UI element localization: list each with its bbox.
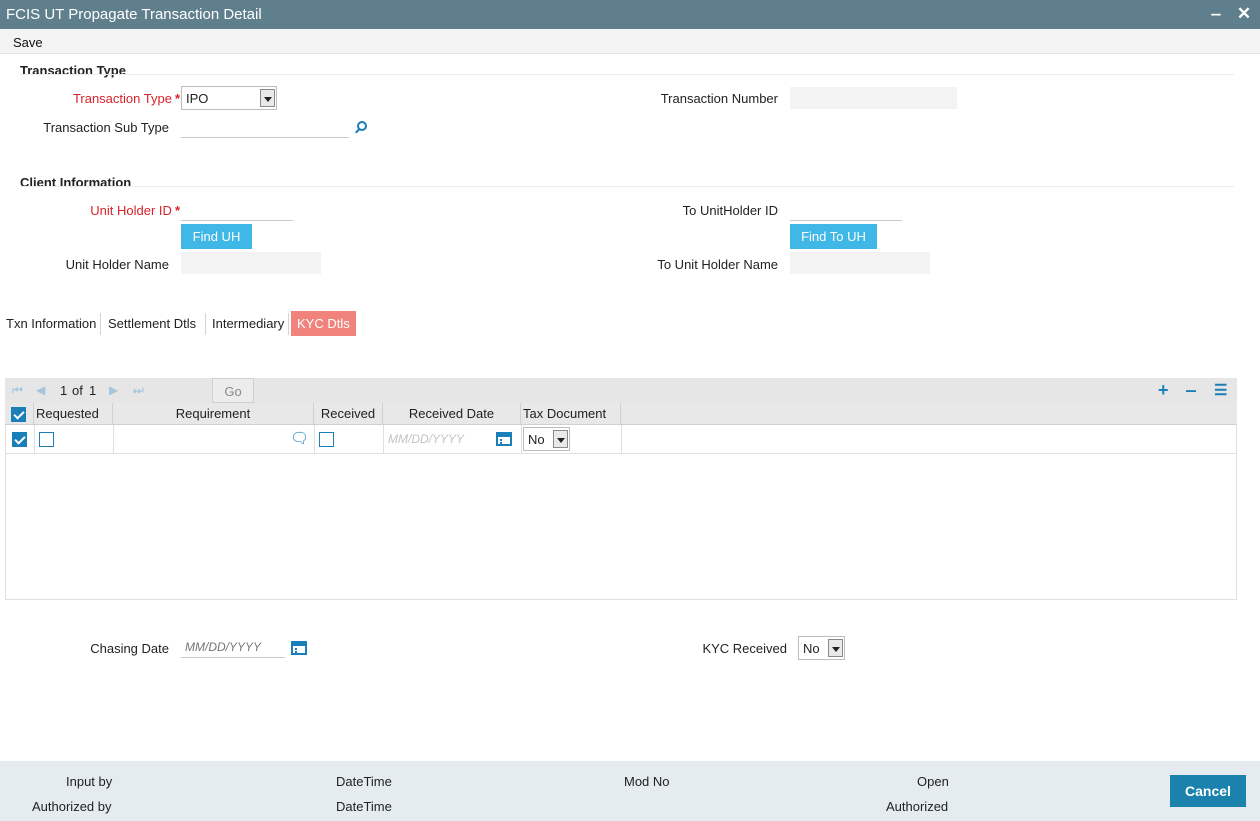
unit-holder-name-field: [181, 252, 321, 274]
to-unit-holder-name-label: To Unit Holder Name: [657, 257, 778, 272]
open-label: Open: [917, 774, 949, 789]
tab-separator: [288, 313, 289, 335]
page-current: 1: [60, 383, 68, 398]
tab-intermediary[interactable]: Intermediary: [206, 311, 290, 336]
tax-document-value: No: [528, 432, 545, 447]
transaction-type-select[interactable]: IPO: [181, 86, 277, 110]
previous-page-icon[interactable]: ◀: [36, 383, 45, 397]
last-page-icon[interactable]: ⏭: [133, 383, 144, 398]
first-page-icon[interactable]: ⏮: [12, 383, 23, 398]
section-title-transaction-type: Transaction Type: [20, 63, 126, 78]
section-divider: [20, 74, 1234, 75]
requested-checkbox[interactable]: [39, 432, 54, 447]
transaction-sub-type-input[interactable]: [181, 116, 349, 138]
column-header-tax-document: Tax Document: [521, 403, 621, 425]
chevron-down-icon[interactable]: [553, 430, 568, 448]
add-row-icon[interactable]: +: [1158, 380, 1169, 401]
transaction-type-value: IPO: [186, 91, 209, 106]
required-marker: *: [174, 91, 180, 106]
received-checkbox[interactable]: [319, 432, 334, 447]
title-bar: FCIS UT Propagate Transaction Detail ‒ ✕: [0, 0, 1260, 29]
find-uh-button[interactable]: Find UH: [181, 224, 252, 249]
grid-body: 🗨 MM/DD/YYYY No: [5, 425, 1237, 600]
minimize-icon[interactable]: ‒: [1206, 4, 1226, 24]
chevron-down-icon[interactable]: [828, 639, 843, 657]
datetime-label: DateTime: [336, 799, 392, 814]
select-all-checkbox[interactable]: [11, 407, 26, 422]
transaction-type-label: Transaction Type *: [0, 91, 180, 106]
to-unitholder-id-input[interactable]: [790, 199, 902, 221]
unit-holder-id-input[interactable]: [181, 199, 293, 221]
select-all-column: [5, 403, 34, 425]
tab-settlement-dtls[interactable]: Settlement Dtls: [102, 311, 202, 336]
input-by-label: Input by: [66, 774, 113, 789]
page-of: of: [72, 383, 83, 398]
row-select-cell: [6, 425, 35, 454]
datetime-label: DateTime: [336, 774, 392, 789]
footer: Input by Authorized by DateTime DateTime…: [0, 761, 1260, 821]
menu-bar: Save: [0, 29, 1260, 54]
transaction-sub-type-label: Transaction Sub Type: [43, 120, 169, 135]
table-row[interactable]: 🗨 MM/DD/YYYY No: [6, 425, 1236, 454]
transaction-number-label: Transaction Number: [660, 91, 778, 106]
cancel-button[interactable]: Cancel: [1170, 775, 1246, 807]
authorized-label: Authorized: [886, 799, 949, 814]
required-marker: *: [174, 203, 180, 218]
tax-document-select[interactable]: No: [523, 427, 570, 451]
unit-holder-id-label-text: Unit Holder ID: [90, 203, 172, 218]
tab-separator: [100, 313, 101, 335]
grid-toolbar: ⏮ ◀ 1 of 1 ▶ ⏭ Go + ‒ ☰: [5, 378, 1237, 403]
unit-holder-id-label: Unit Holder ID *: [0, 203, 180, 218]
section-divider: [20, 186, 1234, 187]
tab-txn-information[interactable]: Txn Information: [0, 311, 102, 336]
comment-icon[interactable]: 🗨: [290, 429, 309, 447]
row-select-checkbox[interactable]: [12, 432, 27, 447]
close-icon[interactable]: ✕: [1234, 4, 1254, 24]
calendar-icon[interactable]: [496, 432, 512, 446]
column-header-received: Received: [314, 403, 383, 425]
window-title: FCIS UT Propagate Transaction Detail: [6, 6, 262, 23]
mod-no-label: Mod No: [624, 774, 670, 789]
authorized-by-label: Authorized by: [32, 799, 112, 814]
received-date-placeholder: MM/DD/YYYY: [388, 432, 465, 446]
chasing-date-label: Chasing Date: [90, 641, 169, 656]
go-button[interactable]: Go: [212, 378, 254, 403]
column-header-received-date: Received Date: [383, 403, 521, 425]
transaction-type-label-text: Transaction Type: [72, 91, 172, 106]
grid-header: Requested Requirement Received Received …: [5, 403, 1237, 425]
delete-row-icon[interactable]: ‒: [1186, 380, 1196, 401]
chevron-down-icon[interactable]: [260, 89, 275, 107]
received-date-cell[interactable]: MM/DD/YYYY: [384, 425, 522, 454]
next-page-icon[interactable]: ▶: [109, 383, 118, 397]
unit-holder-name-label: Unit Holder Name: [65, 257, 169, 272]
calendar-icon[interactable]: [291, 641, 307, 655]
to-unitholder-id-label: To UnitHolder ID: [682, 203, 778, 218]
column-header-requested: Requested: [34, 403, 113, 425]
save-button[interactable]: Save: [13, 35, 43, 50]
chasing-date-input[interactable]: [181, 636, 285, 658]
find-to-uh-button[interactable]: Find To UH: [790, 224, 877, 249]
column-header-requirement: Requirement: [113, 403, 314, 425]
search-icon[interactable]: [357, 121, 367, 131]
view-icon[interactable]: ☰: [1214, 381, 1227, 399]
requested-cell: [35, 425, 114, 454]
kyc-received-value: No: [803, 641, 820, 656]
received-cell: [315, 425, 384, 454]
transaction-number-field: [790, 87, 957, 109]
page-total: 1: [89, 383, 97, 398]
kyc-received-label: KYC Received: [702, 641, 787, 656]
kyc-received-select[interactable]: No: [798, 636, 845, 660]
to-unit-holder-name-field: [790, 252, 930, 274]
tab-kyc-dtls[interactable]: KYC Dtls: [291, 311, 356, 336]
tax-document-cell: No: [522, 425, 622, 454]
requirement-cell[interactable]: 🗨: [114, 425, 315, 454]
section-title-client-information: Client Information: [20, 175, 132, 190]
